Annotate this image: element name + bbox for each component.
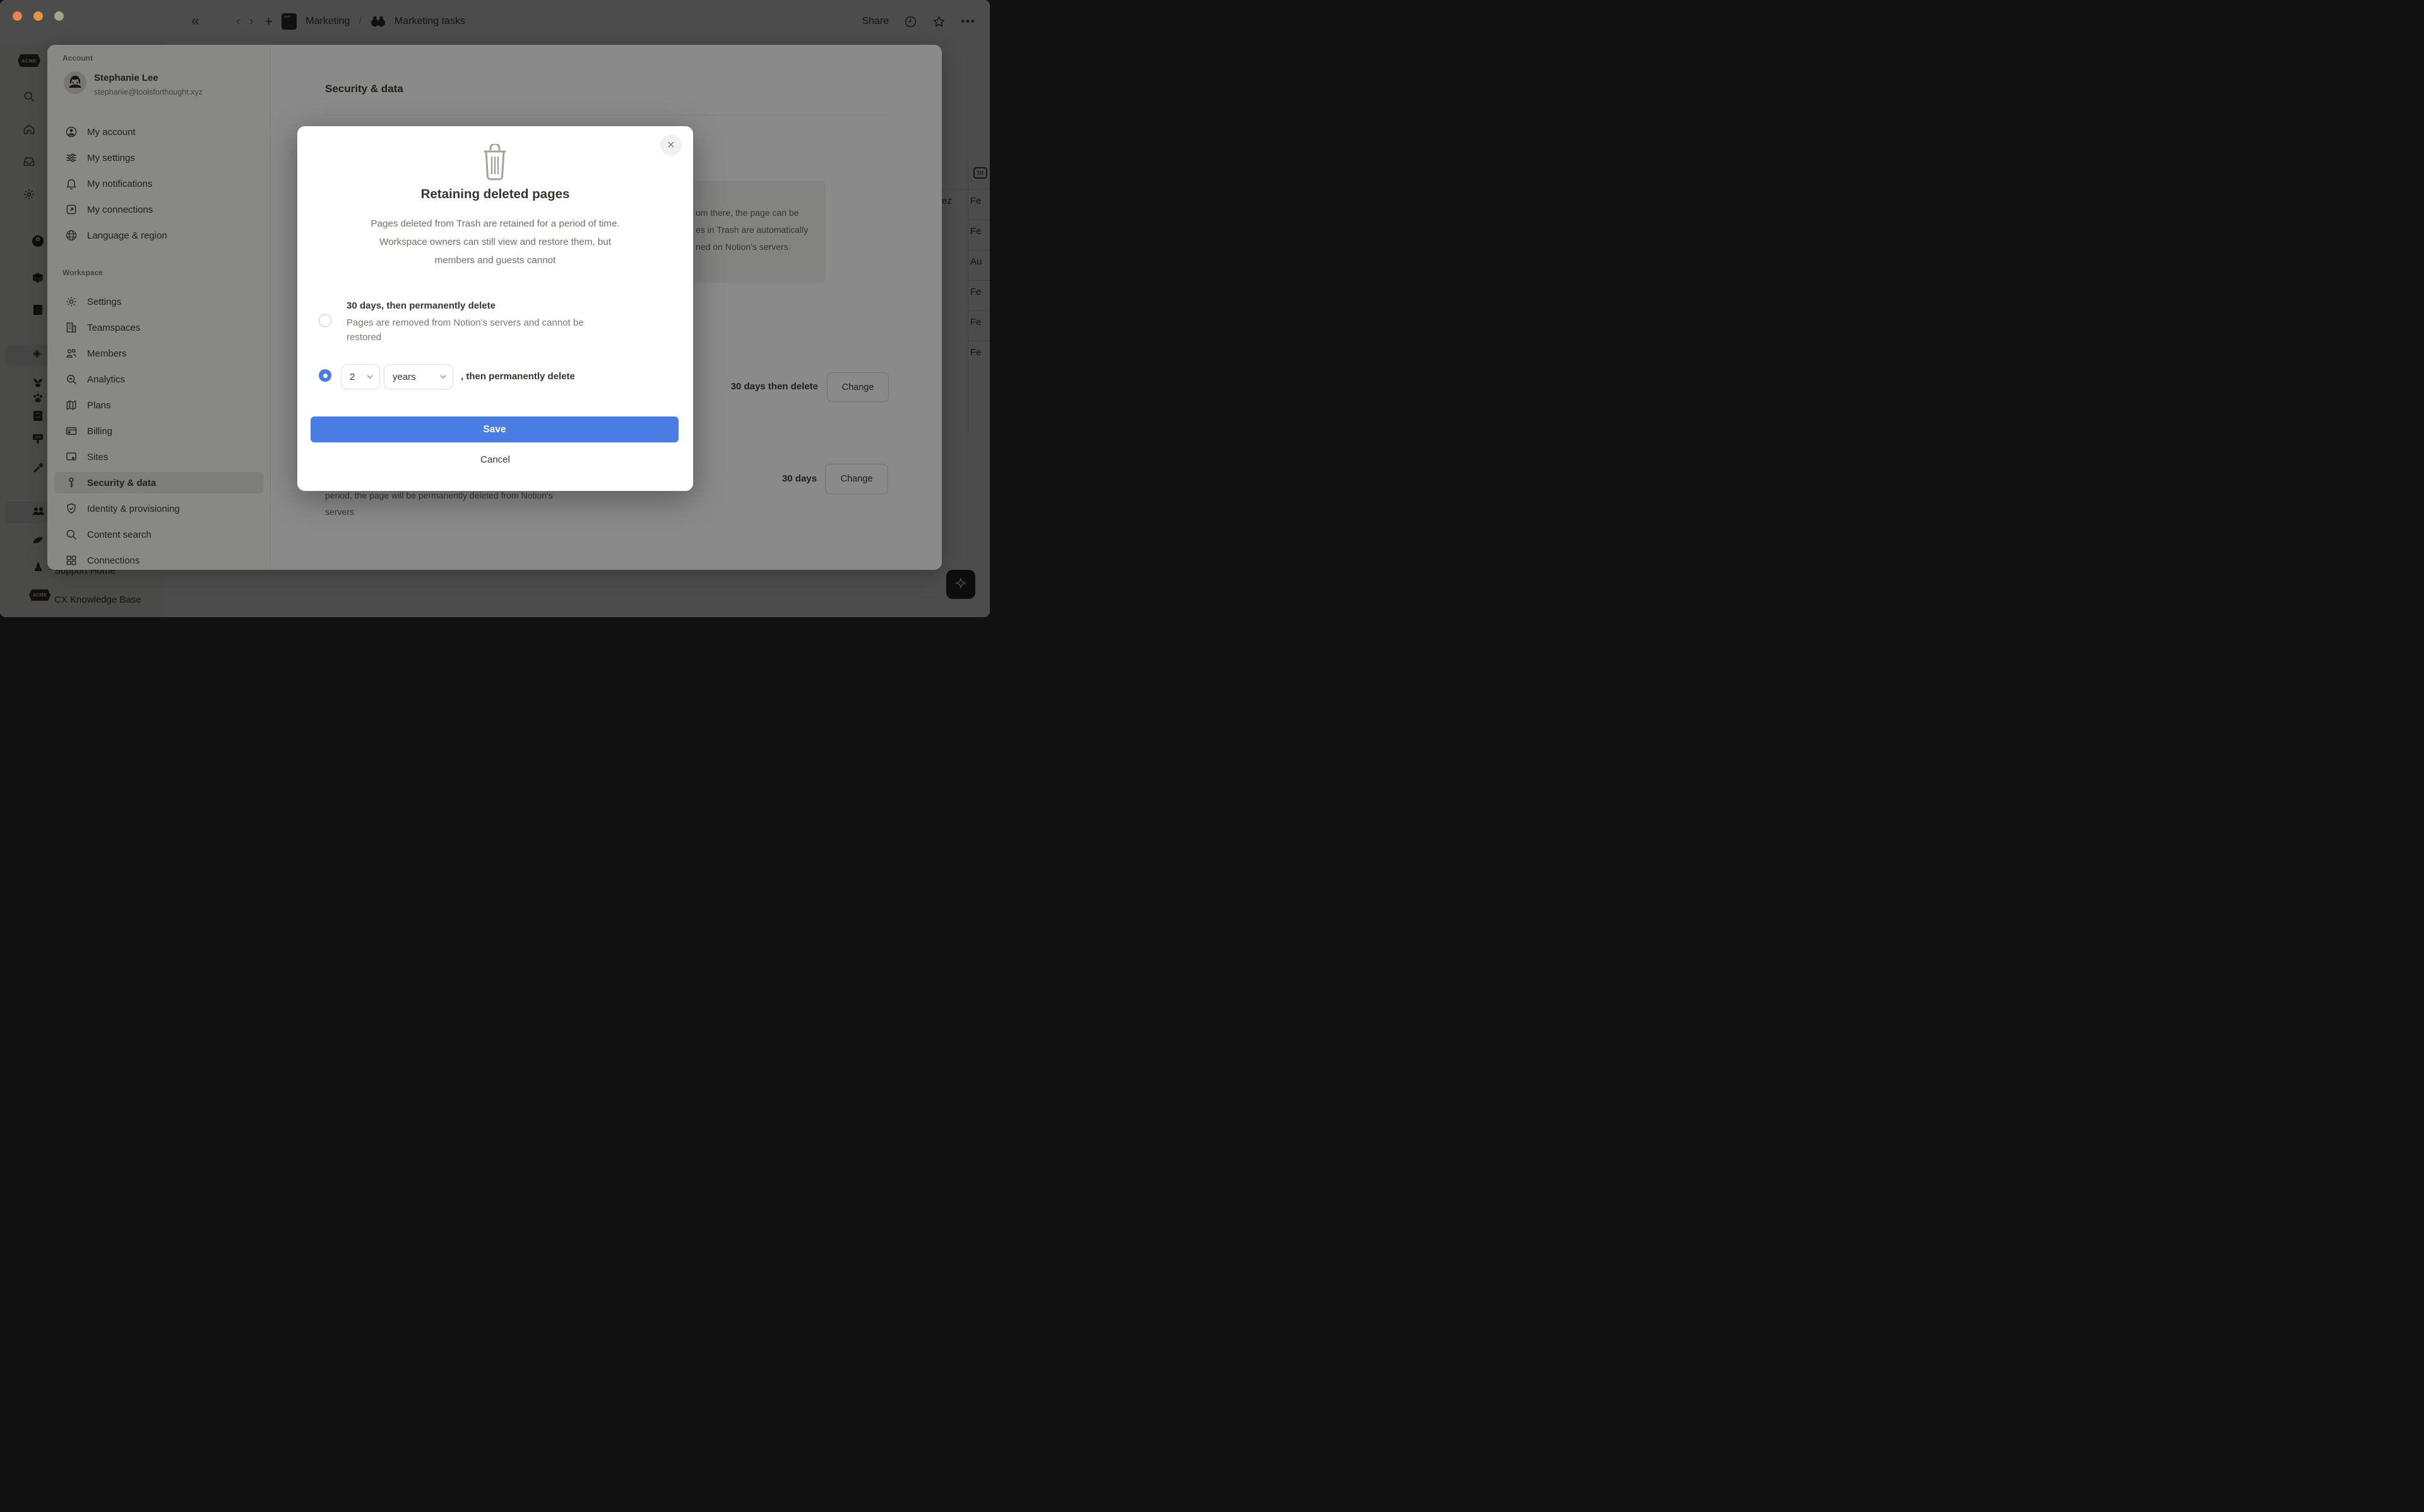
dialog-title: Retaining deleted pages xyxy=(420,187,570,201)
minimize-window-button[interactable] xyxy=(33,11,43,21)
radio-30-days[interactable] xyxy=(319,314,331,327)
close-icon[interactable]: ✕ xyxy=(660,134,682,156)
radio-custom-period[interactable] xyxy=(319,369,331,382)
notion-window: « ‹ › + Marketing / Marketing tasks Shar… xyxy=(0,0,990,617)
chevron-down-icon xyxy=(440,374,446,379)
option-30-days-title: 30 days, then permanently delete xyxy=(347,300,496,311)
option-30-days-subtitle: Pages are removed from Notion's servers … xyxy=(347,317,584,343)
close-window-button[interactable] xyxy=(13,11,22,21)
retention-dialog: ✕ Retaining deleted pages Pages deleted … xyxy=(297,126,693,491)
number-select[interactable]: 2 xyxy=(341,364,380,389)
trash-icon xyxy=(479,144,511,182)
chevron-down-icon xyxy=(367,374,373,379)
dialog-description: Pages deleted from Trash are retained fo… xyxy=(371,218,620,266)
save-button[interactable]: Save xyxy=(311,416,679,442)
zoom-window-button[interactable] xyxy=(54,11,64,21)
option-custom-suffix: , then permanently delete xyxy=(461,371,575,382)
unit-select[interactable]: years xyxy=(384,364,453,389)
cancel-button[interactable]: Cancel xyxy=(297,454,693,465)
